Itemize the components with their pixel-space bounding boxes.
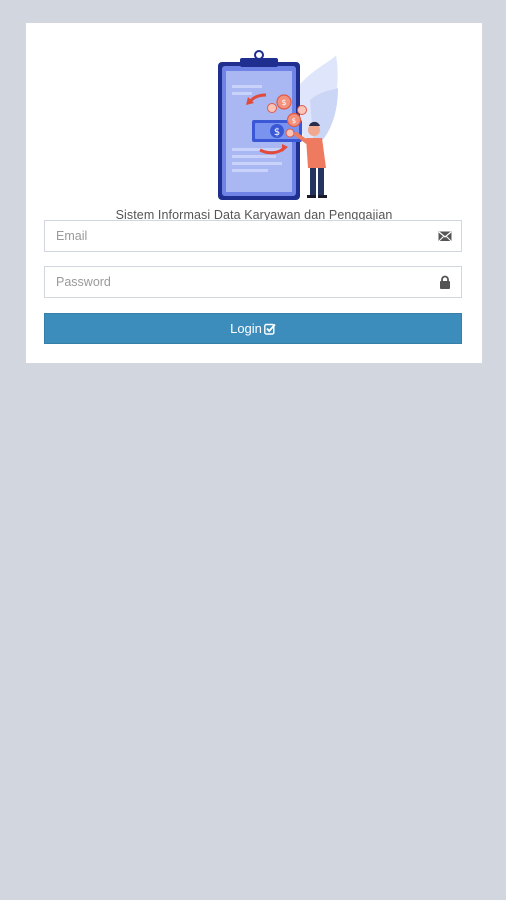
svg-text:$: $ bbox=[274, 127, 280, 138]
lock-icon bbox=[440, 275, 450, 289]
svg-text:$: $ bbox=[281, 98, 286, 107]
payroll-illustration: $ $ $ bbox=[218, 50, 338, 200]
check-square-icon bbox=[264, 323, 276, 335]
email-input[interactable] bbox=[45, 221, 416, 251]
svg-text:$: $ bbox=[292, 117, 296, 125]
login-button[interactable]: Login bbox=[44, 313, 462, 344]
login-box: $ $ $ Sistem Informasi Data Karyawan dan… bbox=[26, 23, 482, 363]
envelope-icon bbox=[438, 231, 452, 242]
password-field-group bbox=[44, 266, 462, 298]
login-button-label: Login bbox=[230, 321, 262, 336]
password-input[interactable] bbox=[45, 267, 416, 297]
email-field-group bbox=[44, 220, 462, 252]
